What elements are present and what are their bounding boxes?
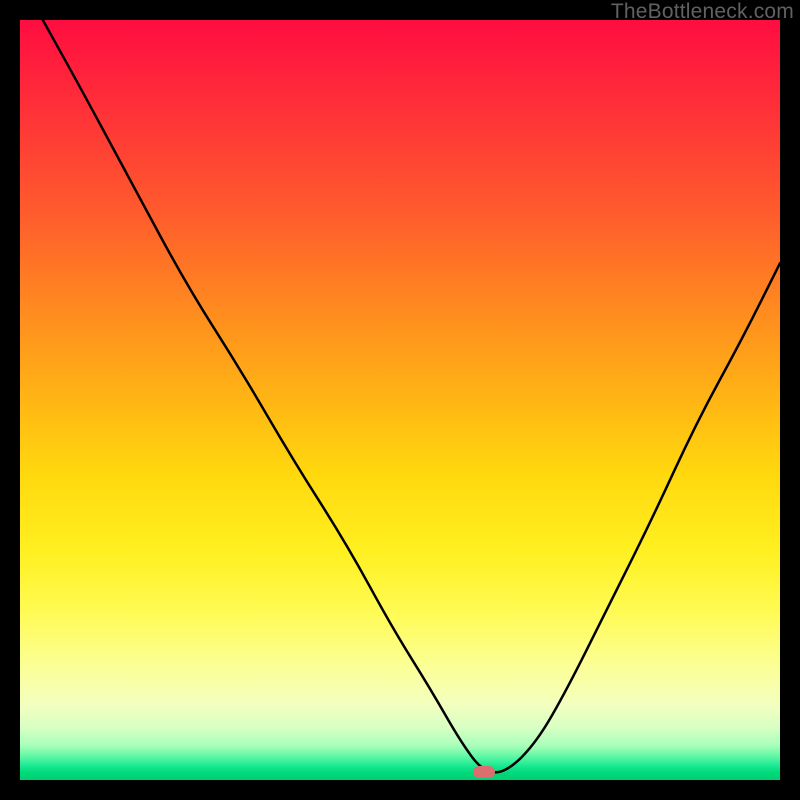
curve-path — [43, 20, 780, 772]
plot-area — [20, 20, 780, 780]
bottleneck-curve — [20, 20, 780, 780]
chart-container: TheBottleneck.com — [0, 0, 800, 800]
optimal-marker — [473, 766, 495, 778]
